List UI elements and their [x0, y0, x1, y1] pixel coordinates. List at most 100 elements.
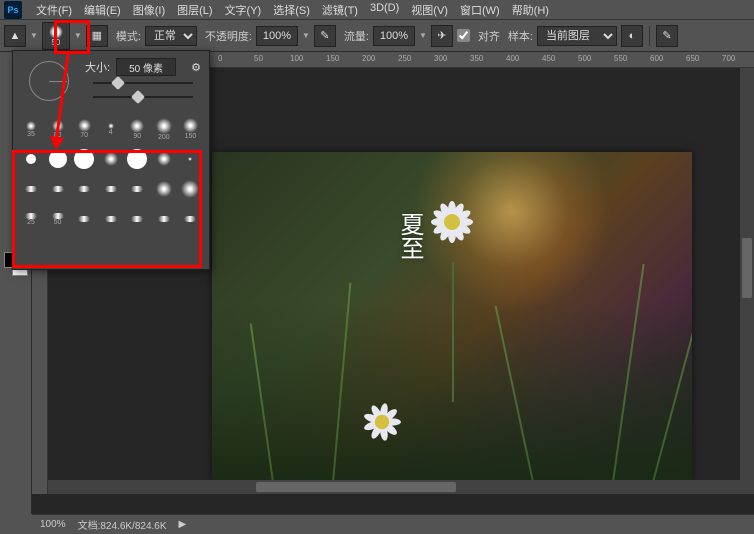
brush-preset-item[interactable] — [152, 145, 176, 173]
brush-preset-item[interactable] — [99, 145, 123, 173]
brush-preset-item[interactable] — [99, 175, 123, 203]
scrollbar-vertical[interactable] — [740, 68, 754, 494]
opacity-input[interactable] — [256, 26, 298, 46]
brush-size-input[interactable] — [116, 58, 176, 76]
ruler-tick: 200 — [362, 54, 375, 63]
menubar: Ps 文件(F)编辑(E)图像(I)图层(L)文字(Y)选择(S)滤镜(T)3D… — [0, 0, 754, 20]
document-canvas[interactable]: 夏至 — [212, 152, 692, 482]
ruler-tick: 550 — [614, 54, 627, 63]
airbrush-icon[interactable]: ✈ — [431, 25, 453, 47]
pressure-opacity-icon[interactable]: ✎ — [314, 25, 336, 47]
menu-item[interactable]: 文件(F) — [30, 0, 78, 20]
scrollbar-horizontal[interactable] — [48, 480, 740, 494]
tool-preset-picker[interactable]: ▲ — [4, 25, 26, 47]
menu-item[interactable]: 滤镜(T) — [316, 0, 364, 20]
options-bar: ▲ ▼ 50 ▼ ▦ 模式: 正常 不透明度: ▼ ✎ 流量: ▼ ✈ 对齐 样… — [0, 20, 754, 52]
ruler-tick: 100 — [290, 54, 303, 63]
brush-size-label: 200 — [158, 134, 170, 141]
flow-input[interactable] — [373, 26, 415, 46]
brush-preset-chip[interactable]: 50 — [42, 22, 70, 50]
menu-item[interactable]: 选择(S) — [267, 0, 316, 20]
brush-preset-item[interactable] — [152, 205, 176, 233]
brush-preset-item[interactable]: 4 — [99, 115, 123, 143]
menu-item[interactable]: 图像(I) — [127, 0, 171, 20]
ruler-tick: 300 — [434, 54, 447, 63]
zoom-value[interactable]: 100% — [40, 519, 66, 530]
brush-preset-item[interactable] — [46, 175, 70, 203]
brush-preset-item[interactable]: 200 — [152, 115, 176, 143]
brush-preset-item[interactable] — [99, 205, 123, 233]
mode-label: 模式: — [116, 28, 141, 44]
brush-preset-item[interactable] — [125, 175, 149, 203]
opacity-label: 不透明度: — [205, 28, 252, 44]
ruler-tick: 250 — [398, 54, 411, 63]
ruler-tick: 400 — [506, 54, 519, 63]
brush-preset-item[interactable] — [125, 205, 149, 233]
align-checkbox[interactable] — [457, 29, 470, 42]
chevron-down-icon[interactable]: ▼ — [74, 31, 82, 40]
ruler-tick: 600 — [650, 54, 663, 63]
brush-preset-item[interactable] — [72, 205, 96, 233]
menu-item[interactable]: 文字(Y) — [219, 0, 268, 20]
brush-preset-panel: 大小: ⚙ 35 80 70 4 90 200 150 25 50 — [12, 50, 210, 270]
menu-item[interactable]: 编辑(E) — [78, 0, 127, 20]
brush-preset-item[interactable] — [152, 175, 176, 203]
ruler-tick: 650 — [686, 54, 699, 63]
app-logo: Ps — [4, 1, 22, 19]
menu-item[interactable]: 帮助(H) — [506, 0, 555, 20]
chevron-down-icon[interactable]: ▼ — [419, 31, 427, 40]
brush-preset-item[interactable]: 90 — [125, 115, 149, 143]
chevron-down-icon[interactable]: ▼ — [30, 31, 38, 40]
brush-size-label: 80 — [54, 132, 62, 139]
menu-item[interactable]: 3D(D) — [364, 0, 405, 20]
ignore-adj-icon[interactable]: ◐ — [621, 25, 643, 47]
gear-icon[interactable]: ⚙ — [191, 61, 201, 74]
menu-item[interactable]: 窗口(W) — [454, 0, 506, 20]
brush-preset-item[interactable] — [72, 175, 96, 203]
size-slider[interactable] — [93, 76, 193, 90]
brush-size-label: 90 — [133, 133, 141, 140]
brush-preset-item[interactable] — [178, 205, 202, 233]
brush-size-label: 50 — [54, 219, 62, 226]
brush-size-label: 35 — [27, 131, 35, 138]
brush-preset-item[interactable]: 25 — [19, 205, 43, 233]
brush-preset-item[interactable]: 70 — [72, 115, 96, 143]
brush-preset-item[interactable] — [46, 145, 70, 173]
brush-preset-item[interactable]: 80 — [46, 115, 70, 143]
hardness-slider[interactable] — [93, 90, 193, 104]
ruler-tick: 700 — [722, 54, 735, 63]
brush-preset-item[interactable] — [178, 145, 202, 173]
brush-preset-item[interactable] — [72, 145, 96, 173]
canvas-text: 夏至 — [392, 212, 427, 260]
menu-item[interactable]: 视图(V) — [405, 0, 454, 20]
chevron-down-icon[interactable]: ▼ — [302, 31, 310, 40]
brush-size-label: 25 — [27, 219, 35, 226]
pressure-size-icon[interactable]: ✎ — [656, 25, 678, 47]
ruler-tick: 350 — [470, 54, 483, 63]
brush-grid: 35 80 70 4 90 200 150 25 50 — [13, 111, 209, 237]
ruler-tick: 450 — [542, 54, 555, 63]
brush-size-label: 70 — [80, 132, 88, 139]
brush-panel-toggle[interactable]: ▦ — [86, 25, 108, 47]
sample-select[interactable]: 当前图层 — [537, 26, 617, 46]
doc-size: 文档:824.6K/824.6K — [78, 517, 167, 532]
brush-preset-item[interactable] — [19, 175, 43, 203]
brush-preset-item[interactable] — [19, 145, 43, 173]
ruler-tick: 500 — [578, 54, 591, 63]
menu-item[interactable]: 图层(L) — [171, 0, 218, 20]
ruler-tick: 0 — [218, 54, 222, 63]
align-label: 对齐 — [478, 28, 500, 44]
brush-angle-dial[interactable] — [29, 61, 69, 101]
brush-preset-item[interactable] — [125, 145, 149, 173]
brush-size-label: 4 — [109, 129, 113, 136]
brush-preset-item[interactable]: 50 — [46, 205, 70, 233]
chevron-right-icon[interactable]: ▶ — [179, 519, 187, 530]
brush-preset-item[interactable] — [178, 175, 202, 203]
brush-preset-item[interactable]: 150 — [178, 115, 202, 143]
ruler-tick: 150 — [326, 54, 339, 63]
sample-label: 样本: — [508, 28, 533, 44]
status-bar: 100% 文档:824.6K/824.6K ▶ — [32, 514, 754, 534]
size-label: 大小: — [85, 59, 110, 75]
blend-mode-select[interactable]: 正常 — [145, 26, 197, 46]
brush-preset-item[interactable]: 35 — [19, 115, 43, 143]
